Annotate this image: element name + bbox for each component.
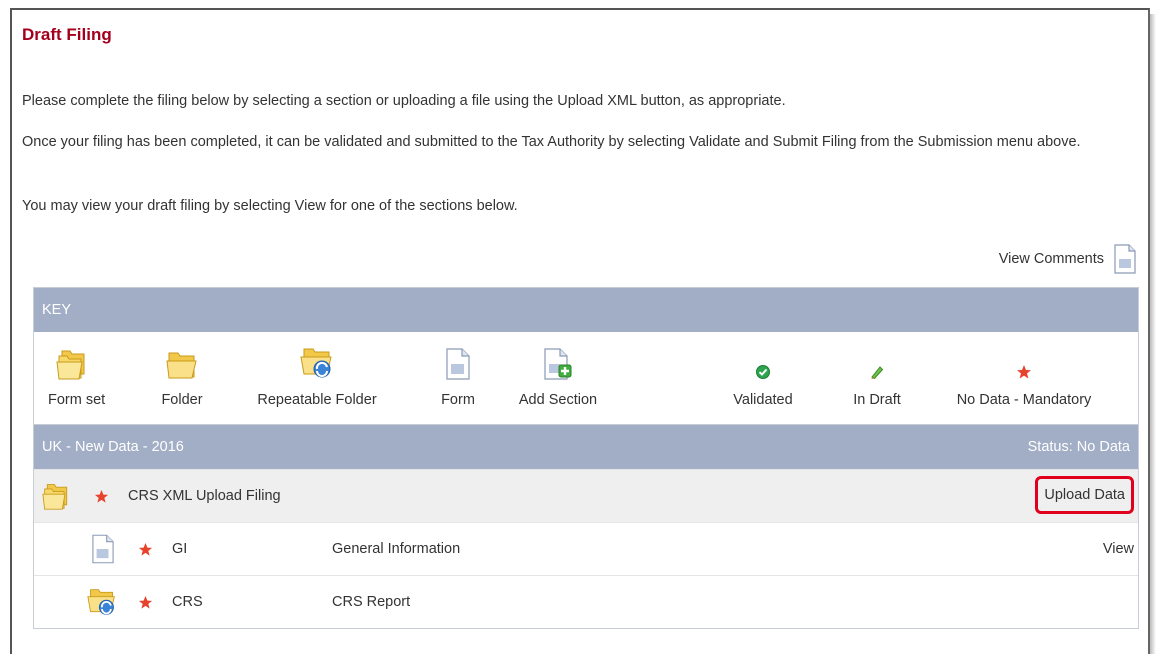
instruction-paragraph-3: You may view your draft filing by select… xyxy=(22,198,518,214)
filing-group-title: UK - New Data - 2016 xyxy=(42,439,184,455)
star-icon xyxy=(138,523,153,575)
form-icon xyxy=(434,342,482,380)
section-row-crs[interactable]: CRS CRS Report xyxy=(34,575,1138,628)
filing-table: KEY Form set Folder Repeatable Folder Fo… xyxy=(33,287,1139,629)
add-section-icon xyxy=(508,342,608,380)
key-header-label: KEY xyxy=(42,302,72,318)
instruction-paragraph-2: Once your filing has been completed, it … xyxy=(22,134,1081,150)
page-title: Draft Filing xyxy=(22,25,112,44)
key-legend: Form set Folder Repeatable Folder Form A… xyxy=(34,332,1138,425)
key-item-validated: Validated xyxy=(728,342,798,408)
in-draft-icon xyxy=(840,342,914,380)
filing-group-header: UK - New Data - 2016 Status: No Data xyxy=(34,425,1138,469)
form-set-icon xyxy=(42,470,72,522)
instruction-paragraph-1: Please complete the filing below by sele… xyxy=(22,93,786,109)
form-set-icon xyxy=(48,342,98,380)
section-name: CRS Report xyxy=(332,594,411,610)
filing-status: Status: No Data xyxy=(1027,439,1130,455)
filing-row-crs-xml-upload: CRS XML Upload Filing Upload Data xyxy=(34,469,1138,522)
key-label: No Data - Mandatory xyxy=(956,392,1092,408)
section-code: GI xyxy=(172,541,188,557)
window-shadow xyxy=(1150,14,1156,654)
key-item-folder: Folder xyxy=(158,342,206,408)
form-icon xyxy=(92,523,114,575)
key-item-repeatable-folder: Repeatable Folder xyxy=(242,342,392,408)
key-label: Validated xyxy=(733,392,793,408)
key-label: Form set xyxy=(48,392,106,408)
section-row-gi[interactable]: GI General Information View xyxy=(34,522,1138,575)
key-label: Repeatable Folder xyxy=(257,392,377,408)
repeatable-folder-icon xyxy=(86,576,118,628)
section-name: General Information xyxy=(332,541,461,557)
folder-icon xyxy=(158,342,206,380)
star-icon xyxy=(94,470,109,522)
validated-icon xyxy=(728,342,798,380)
upload-data-button[interactable]: Upload Data xyxy=(1035,476,1134,514)
key-label: In Draft xyxy=(853,392,901,408)
key-label: Folder xyxy=(161,392,203,408)
key-item-form: Form xyxy=(434,342,482,408)
section-code: CRS xyxy=(172,594,203,610)
key-header: KEY xyxy=(34,288,1138,332)
key-label: Form xyxy=(441,392,475,408)
repeatable-folder-icon xyxy=(242,342,392,380)
star-icon xyxy=(138,576,153,628)
view-link[interactable]: View xyxy=(1103,523,1134,575)
key-item-form-set: Form set xyxy=(48,342,106,408)
key-item-add-section: Add Section xyxy=(508,342,608,408)
key-item-no-data-mandatory: No Data - Mandatory xyxy=(940,342,1108,408)
key-label: Add Section xyxy=(518,392,598,408)
view-comments-label: View Comments xyxy=(998,251,1104,267)
filing-label: CRS XML Upload Filing xyxy=(128,488,281,504)
document-icon xyxy=(1114,244,1136,274)
view-comments-button[interactable]: View Comments xyxy=(999,244,1136,274)
star-icon xyxy=(940,342,1108,380)
key-item-in-draft: In Draft xyxy=(840,342,914,408)
